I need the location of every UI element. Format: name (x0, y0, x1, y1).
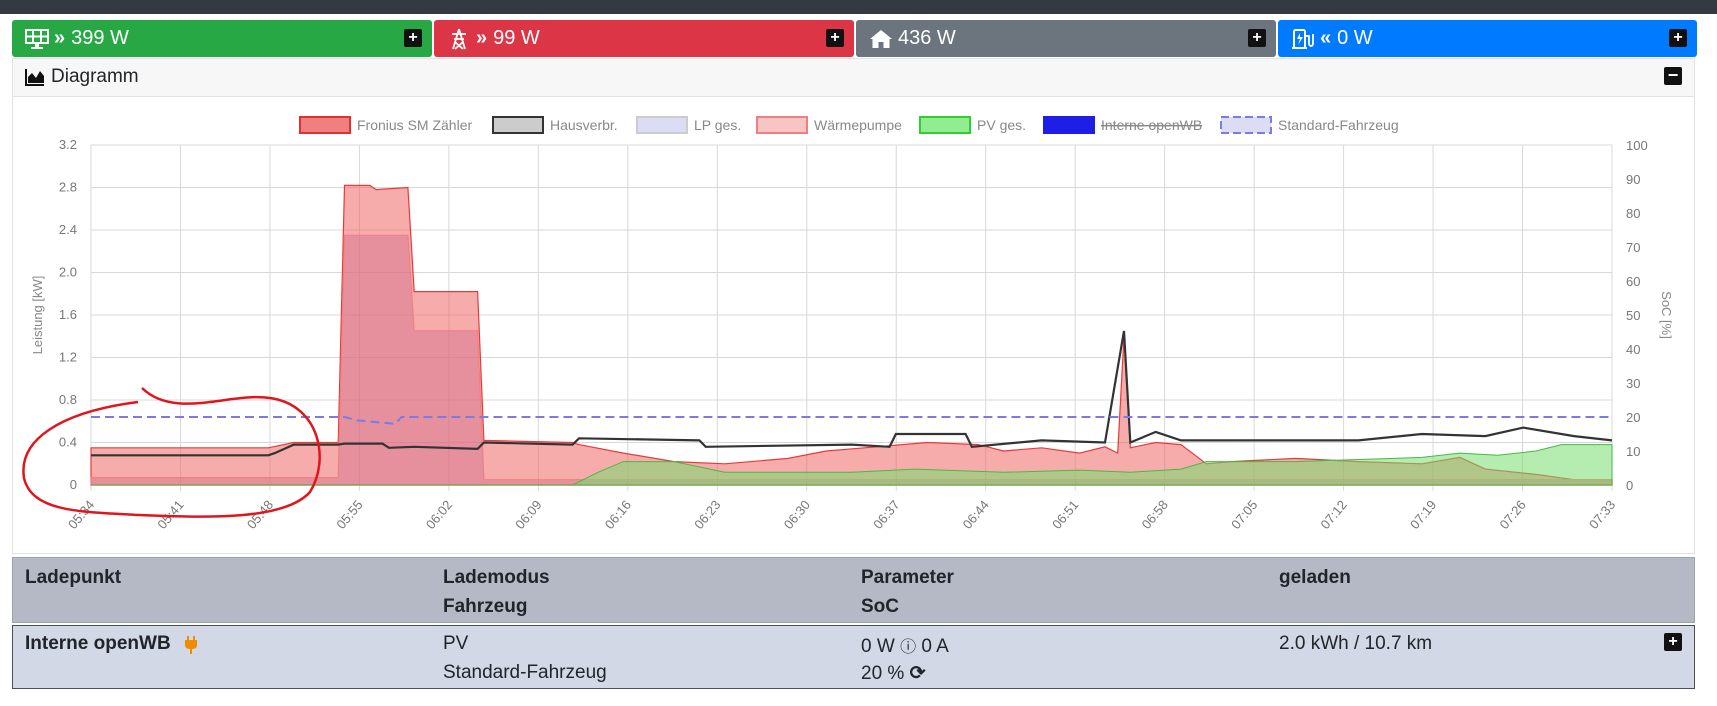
col-soc: SoC (861, 596, 899, 617)
col-parameter: Parameter (861, 567, 954, 588)
plug-icon (185, 636, 197, 654)
col-fahrzeug: Fahrzeug (443, 596, 528, 617)
direction-indicator: « (1320, 27, 1332, 49)
chargepoint-name[interactable]: Interne openWB (25, 633, 171, 655)
col-geladen: geladen (1279, 567, 1351, 588)
param-power: 0 W (861, 636, 895, 657)
diagram-card: Diagramm − (12, 58, 1695, 554)
grid-power-button[interactable]: » 99 W + (434, 20, 854, 57)
vehicle-name[interactable]: Standard-Fahrzeug (443, 662, 607, 684)
diagram-title: Diagramm (25, 66, 139, 88)
param-current: 0 A (921, 636, 949, 657)
soc-value: 20 % (861, 663, 905, 684)
chargepoint-table-header: Ladepunkt Lademodus Fahrzeug Parameter S… (12, 557, 1695, 623)
info-circle-icon: ⓘ (900, 639, 917, 656)
col-lademodus: Lademodus (443, 567, 550, 588)
charging-station-icon (1290, 28, 1316, 50)
area-chart-icon (25, 69, 44, 86)
expand-plus-icon[interactable]: + (404, 29, 422, 47)
chargepoint-row[interactable]: Interne openWB PV Standard-Fahrzeug 0 W … (12, 625, 1695, 689)
refresh-icon[interactable]: ⟳ (910, 663, 926, 684)
diagram-title-text: Diagramm (51, 66, 139, 87)
solar-panel-icon (24, 28, 50, 50)
expand-plus-icon[interactable]: + (1664, 633, 1682, 651)
power-grid-icon (446, 28, 472, 50)
charge-mode[interactable]: PV (443, 633, 468, 655)
expand-plus-icon[interactable]: + (1248, 29, 1266, 47)
top-navbar (0, 0, 1717, 14)
house-consumption-button[interactable]: 436 W + (856, 20, 1276, 57)
charge-param: 0 W ⓘ 0 A (861, 633, 949, 658)
expand-plus-icon[interactable]: + (1669, 29, 1687, 47)
pv-power-button[interactable]: » 399 W + (12, 20, 432, 57)
grid-power-value: 99 W (493, 27, 540, 49)
direction-indicator: » (476, 27, 488, 49)
charged-amount: 2.0 kWh / 10.7 km (1279, 633, 1433, 654)
collapse-minus-icon[interactable]: − (1664, 66, 1682, 85)
house-power-value: 436 W (898, 27, 956, 49)
charging-power-value: 0 W (1337, 27, 1373, 49)
house-icon (868, 28, 894, 50)
vehicle-soc: 20 % ⟳ (861, 662, 926, 685)
direction-indicator: » (54, 27, 66, 49)
charging-power-button[interactable]: « 0 W + (1278, 20, 1697, 57)
diagram-card-header[interactable]: Diagramm − (13, 59, 1694, 97)
expand-plus-icon[interactable]: + (826, 29, 844, 47)
col-ladepunkt: Ladepunkt (25, 567, 122, 588)
pv-power-value: 399 W (71, 27, 129, 49)
